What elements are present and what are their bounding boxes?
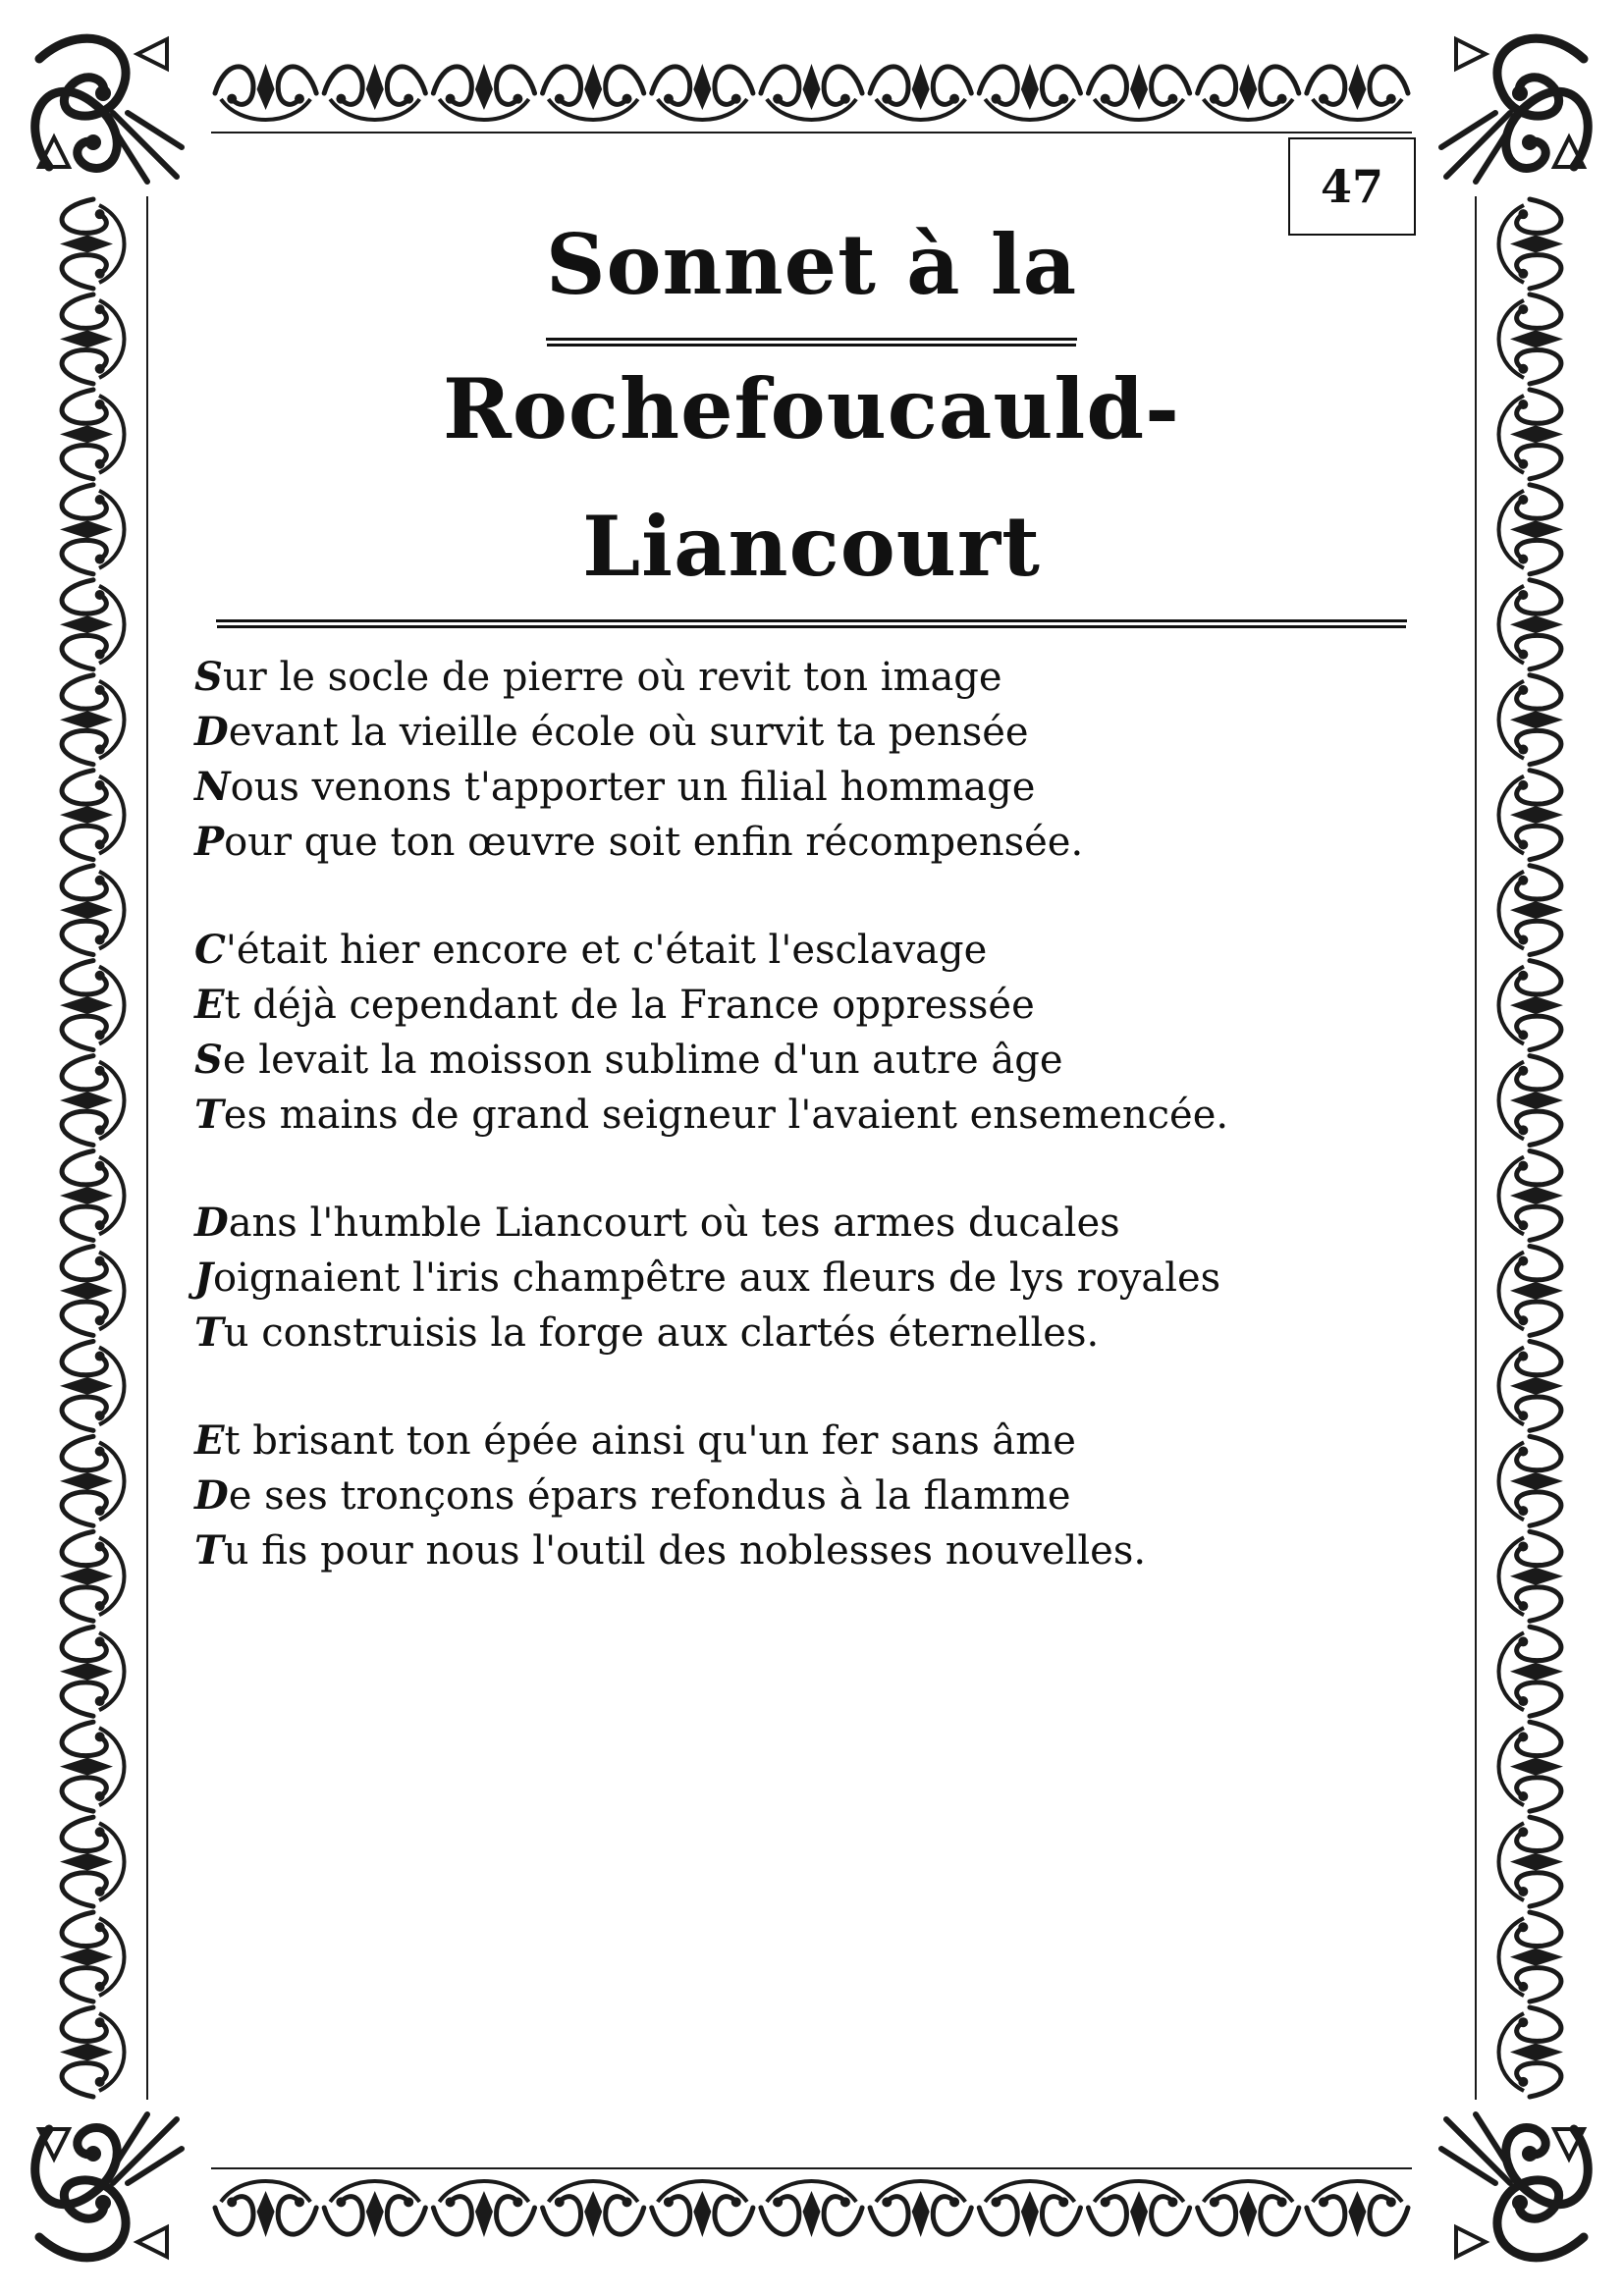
verse-line: Joignaient l'iris champêtre aux fleurs d… [194, 1255, 1221, 1301]
ornament-motif [1085, 2179, 1193, 2237]
ornament-motif [1496, 1814, 1564, 1909]
ornament-motif [212, 2179, 319, 2237]
ornament-motif [1496, 1719, 1564, 1814]
ornament-motif [1496, 577, 1564, 672]
corner-flourish [30, 2111, 185, 2263]
stanza-2: C'était hier encore et c'était l'esclava… [194, 923, 1373, 1143]
corner-flourish [1438, 2111, 1593, 2263]
verse-line: Tes mains de grand seigneur l'avaient en… [194, 1092, 1229, 1138]
verse-line: Pour que ton œuvre soit enfin récompensé… [194, 819, 1084, 865]
corner-flourish [1438, 33, 1593, 185]
ornament-motif [1496, 1433, 1564, 1528]
ornament-motif [59, 863, 127, 958]
ornament-motif [1496, 482, 1564, 577]
verse-line: Tu fis pour nous l'outil des noblesses n… [194, 1527, 1147, 1574]
ornament-motif [649, 2179, 756, 2237]
ornament-motif [59, 1909, 127, 2004]
ornament-motif [1496, 196, 1564, 292]
border-left [59, 196, 148, 2100]
border-bottom [211, 2167, 1412, 2237]
ornament-motif [59, 1814, 127, 1909]
ornament-motif [1496, 672, 1564, 768]
ornament-motif [59, 768, 127, 863]
ornament-motif [758, 2179, 865, 2237]
ornament-motif [540, 64, 647, 122]
ornament-motif [321, 64, 428, 122]
ornament-motif [59, 1719, 127, 1814]
ornament-motif [1085, 64, 1193, 122]
ornament-motif [59, 1338, 127, 1433]
ornament-motif [59, 577, 127, 672]
verse-line: Se levait la moisson sublime d'un autre … [194, 1037, 1063, 1083]
ornament-motif [59, 1243, 127, 1338]
ornament-motif [1195, 64, 1302, 122]
ornament-motif [1496, 2004, 1564, 2100]
ornament-motif [1496, 1528, 1564, 1624]
ornament-motif [976, 2179, 1083, 2237]
ornament-motif [1496, 1624, 1564, 1719]
border-right [1475, 196, 1564, 2100]
verse-line: Nous venons t'apporter un filial hommage [194, 764, 1036, 810]
ornament-motif [59, 1433, 127, 1528]
ornament-motif [867, 64, 974, 122]
verse-line: Dans l'humble Liancourt où tes armes duc… [194, 1200, 1120, 1246]
verse-line: Devant la vieille école où survit ta pen… [194, 709, 1029, 755]
ornament-motif [59, 1528, 127, 1624]
ornament-motif [1496, 1909, 1564, 2004]
verse-line: Et brisant ton épée ainsi qu'un fer sans… [194, 1417, 1076, 1464]
ornament-motif [1304, 64, 1411, 122]
ornament-motif [1496, 1053, 1564, 1148]
stanza-1: Sur le socle de pierre où revit ton imag… [194, 650, 1373, 870]
page-title: Sonnet à la Rochefoucauld-Liancourt [216, 196, 1407, 622]
ornament-motif [59, 292, 127, 387]
ornament-motif [1496, 292, 1564, 387]
ornament-motif [1496, 1243, 1564, 1338]
ornament-motif [59, 196, 127, 292]
ornament-motif [59, 1053, 127, 1148]
verse-line: Et déjà cependant de la France oppressée [194, 982, 1035, 1028]
ornament-motif [1496, 387, 1564, 482]
stanza-4: Et brisant ton épée ainsi qu'un fer sans… [194, 1414, 1373, 1578]
ornament-motif [649, 64, 756, 122]
ornament-motif [321, 2179, 428, 2237]
ornament-motif [976, 64, 1083, 122]
ornament-motif [1195, 2179, 1302, 2237]
ornament-motif [59, 672, 127, 768]
ornament-motif [758, 64, 865, 122]
ornament-motif [430, 64, 538, 122]
ornament-motif [1496, 768, 1564, 863]
ornament-motif [59, 387, 127, 482]
ornament-motif [1304, 2179, 1411, 2237]
ornament-motif [540, 2179, 647, 2237]
ornament-motif [1496, 1338, 1564, 1433]
ornament-motif [212, 64, 319, 122]
title-line-1: Sonnet à la [216, 196, 1407, 341]
title-line-2: Rochefoucauld-Liancourt [216, 341, 1407, 622]
border-top [211, 64, 1412, 133]
verse-line: Tu construisis la forge aux clartés éter… [194, 1309, 1100, 1356]
ornament-motif [1496, 863, 1564, 958]
corner-flourish [30, 33, 185, 185]
ornament-motif [59, 1624, 127, 1719]
ornament-motif [430, 2179, 538, 2237]
ornament-motif [59, 958, 127, 1053]
poem-body: Sur le socle de pierre où revit ton imag… [194, 650, 1373, 1631]
ornament-motif [1496, 958, 1564, 1053]
ornament-motif [1496, 1148, 1564, 1243]
ornament-motif [59, 2004, 127, 2100]
verse-line: Sur le socle de pierre où revit ton imag… [194, 654, 1002, 700]
verse-line: C'était hier encore et c'était l'esclava… [194, 927, 988, 973]
ornament-motif [59, 482, 127, 577]
stanza-3: Dans l'humble Liancourt où tes armes duc… [194, 1196, 1373, 1361]
ornament-motif [59, 1148, 127, 1243]
verse-line: De ses tronçons épars refondus à la flam… [194, 1472, 1071, 1519]
ornament-motif [867, 2179, 974, 2237]
